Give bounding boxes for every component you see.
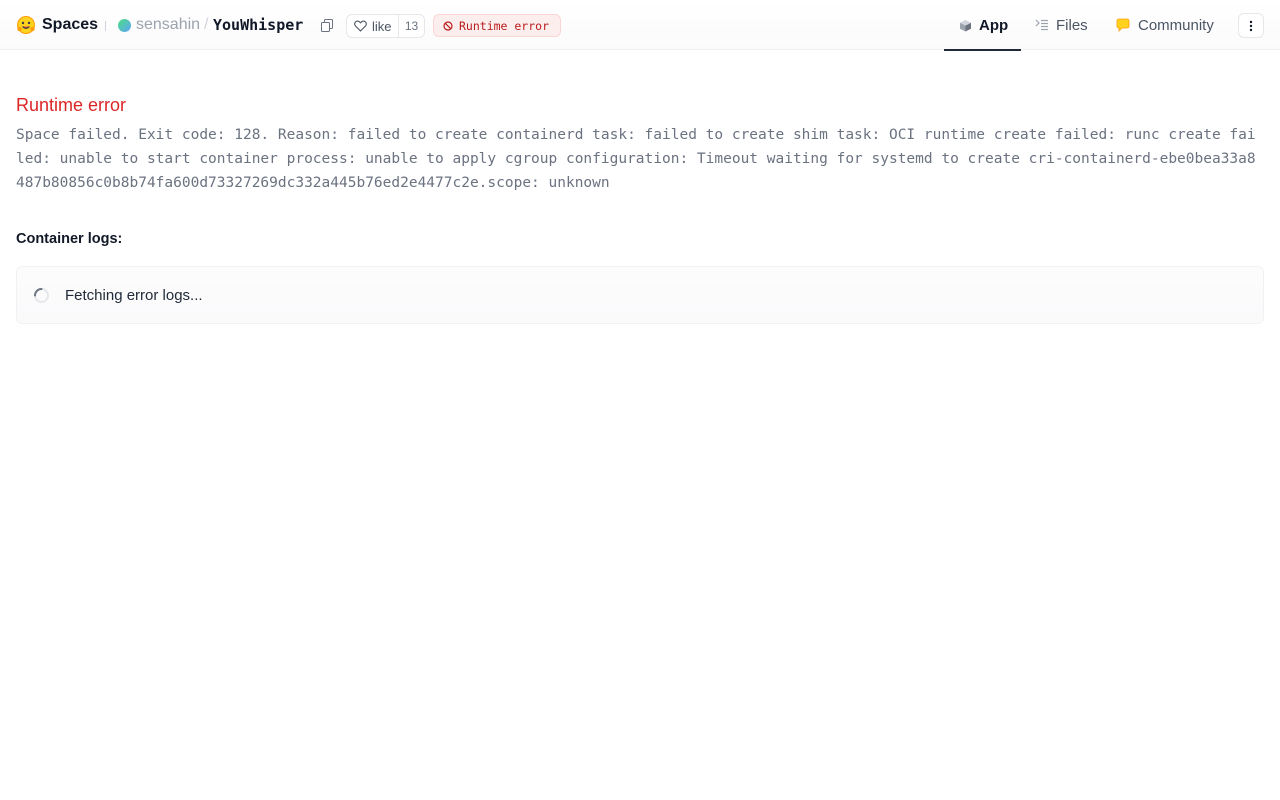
tab-app[interactable]: App (944, 0, 1021, 51)
brand-label: Spaces (42, 16, 99, 33)
container-logs-panel: Fetching error logs... (16, 266, 1264, 324)
loading-spinner-icon (34, 288, 49, 303)
like-count[interactable]: 13 (399, 19, 424, 33)
error-message: Space failed. Exit code: 128. Reason: fa… (16, 127, 1256, 191)
files-icon (1035, 19, 1048, 31)
spaces-home-link[interactable]: Spaces (16, 14, 98, 36)
owner-avatar[interactable] (118, 19, 131, 32)
hugging-face-logo-icon (17, 16, 35, 34)
tab-app-label: App (979, 16, 1009, 34)
container-logs-heading: Container logs: (16, 231, 123, 247)
status-badge: Runtime error (433, 14, 561, 37)
owner-link[interactable]: sensahin (136, 15, 200, 35)
repo-name-link[interactable]: YouWhisper (213, 15, 303, 35)
more-options-button[interactable] (1238, 13, 1264, 38)
like-button[interactable]: like 13 (346, 14, 425, 38)
like-toggle[interactable]: like (347, 15, 399, 37)
top-header: Spaces sensahin / YouWhisper like 13 Run… (0, 0, 1280, 51)
logs-status-text: Fetching error logs... (65, 287, 203, 304)
tab-community-label: Community (1138, 16, 1214, 34)
heart-icon (354, 20, 367, 32)
tab-files-label: Files (1056, 16, 1088, 34)
path-separator: / (204, 16, 209, 33)
tab-files[interactable]: Files (1021, 0, 1101, 50)
cube-icon (960, 19, 971, 31)
error-circle-icon (443, 20, 453, 31)
header-divider (105, 21, 106, 31)
copy-icon[interactable] (321, 19, 333, 32)
status-text: Runtime error (459, 18, 550, 33)
tab-community[interactable]: Community (1101, 0, 1230, 50)
community-icon (1116, 18, 1130, 32)
like-label: like (372, 18, 392, 34)
error-title: Runtime error (16, 95, 127, 115)
vertical-ellipsis-icon (1249, 20, 1253, 31)
